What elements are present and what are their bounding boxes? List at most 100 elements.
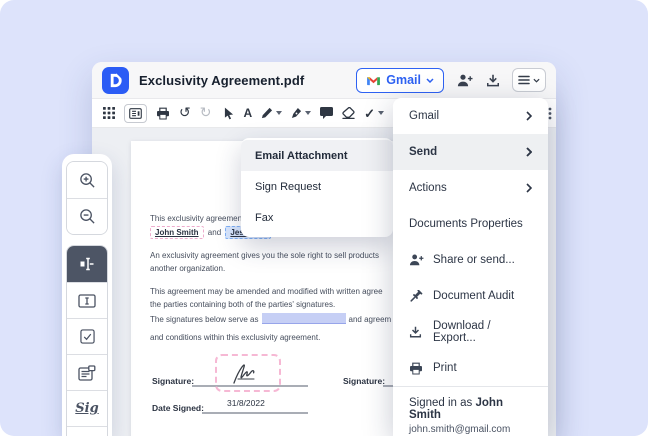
form-icon bbox=[78, 365, 96, 381]
caret-down-icon bbox=[276, 111, 282, 115]
submenu-item-email-attachment[interactable]: Email Attachment bbox=[241, 140, 393, 171]
select-tool-button[interactable] bbox=[224, 107, 234, 120]
zoom-in-button[interactable] bbox=[67, 162, 107, 198]
text-field-icon bbox=[78, 294, 96, 308]
submenu-item-sign-request[interactable]: Sign Request bbox=[241, 171, 393, 202]
marker-icon bbox=[261, 107, 273, 119]
caret-down-icon bbox=[378, 111, 384, 115]
gmail-button[interactable]: Gmail bbox=[356, 68, 444, 93]
checkbox-icon bbox=[80, 329, 95, 344]
menu-item-label: Documents Properties bbox=[409, 218, 532, 230]
thumbnails-panel-button[interactable] bbox=[124, 104, 147, 123]
cursor-icon bbox=[224, 107, 234, 120]
menu-item-download-export[interactable]: Download / Export... bbox=[393, 314, 548, 350]
erase-tool-button[interactable] bbox=[342, 107, 355, 119]
document-title: Exclusivity Agreement.pdf bbox=[139, 73, 304, 88]
menu-item-share-or-send[interactable]: Share or send... bbox=[393, 242, 548, 278]
gmail-icon bbox=[366, 75, 381, 86]
menu-item-gmail[interactable]: Gmail bbox=[393, 98, 548, 134]
chevron-right-icon bbox=[526, 183, 532, 193]
pen-icon bbox=[291, 107, 302, 119]
highlight-tool-button[interactable] bbox=[261, 107, 282, 119]
menu-footer: Signed in as John Smith john.smith@gmail… bbox=[393, 387, 548, 435]
signature-label: Signature: bbox=[152, 376, 194, 386]
paragraph-4-end: and agreem bbox=[349, 315, 392, 324]
submenu-item-fax[interactable]: Fax bbox=[241, 202, 393, 233]
check-tool-button[interactable]: ✓ bbox=[364, 107, 384, 120]
window-header: Exclusivity Agreement.pdf Gmail bbox=[92, 62, 556, 99]
main-menu-button[interactable] bbox=[512, 68, 546, 92]
redo-button[interactable]: ↻ bbox=[200, 106, 212, 120]
printer-icon bbox=[409, 362, 429, 375]
signature-tool-button[interactable]: Sig bbox=[67, 390, 107, 426]
print-tool-button[interactable] bbox=[156, 107, 170, 120]
hamburger-icon bbox=[518, 75, 530, 85]
check-icon: ✓ bbox=[364, 107, 375, 120]
date-signed-value[interactable]: 31/8/2022 bbox=[227, 398, 265, 408]
zoom-out-icon bbox=[79, 208, 96, 225]
paragraph-3-line-1: This agreement may be amended and modifi… bbox=[150, 287, 383, 296]
toolbar-more-icon[interactable] bbox=[548, 107, 552, 125]
person-add-icon bbox=[457, 74, 473, 87]
download-button[interactable] bbox=[486, 74, 500, 87]
pages-icon bbox=[129, 108, 142, 119]
signed-in-prefix: Signed in as bbox=[409, 397, 472, 409]
menu-item-label: Actions bbox=[409, 182, 526, 194]
menu-item-print[interactable]: Print bbox=[393, 350, 548, 386]
date-line bbox=[202, 412, 308, 414]
download-icon bbox=[486, 74, 500, 87]
name-field-john-smith[interactable]: John Smith bbox=[150, 226, 204, 239]
connector-text: and bbox=[208, 228, 221, 237]
gmail-button-label: Gmail bbox=[386, 73, 421, 87]
menu-item-label: Print bbox=[433, 362, 532, 374]
eraser-icon bbox=[342, 107, 355, 119]
add-person-button[interactable] bbox=[457, 74, 473, 87]
form-field-tool-button[interactable] bbox=[67, 354, 107, 390]
zoom-in-icon bbox=[79, 172, 96, 189]
comment-tool-button[interactable] bbox=[320, 107, 333, 119]
redo-icon: ↻ bbox=[200, 106, 212, 120]
chevron-down-icon bbox=[426, 78, 434, 83]
text-cursor-tool-button[interactable] bbox=[67, 246, 107, 282]
paragraph-4-start: The signatures below serve as bbox=[150, 315, 259, 324]
chevron-right-icon bbox=[526, 111, 532, 121]
print-icon bbox=[156, 107, 170, 120]
chevron-down-icon bbox=[533, 78, 540, 83]
dochub-logo-icon bbox=[106, 71, 125, 90]
draw-tool-button[interactable] bbox=[291, 107, 311, 119]
paragraph-2-line-1: An exclusivity agreement gives you the s… bbox=[150, 251, 379, 260]
paragraph-4-line-1: The signatures below serve as and agreem bbox=[150, 313, 391, 324]
blank-fill-field[interactable] bbox=[262, 313, 346, 324]
person-add-icon bbox=[409, 254, 429, 266]
comment-icon bbox=[320, 107, 333, 119]
download-icon bbox=[409, 326, 429, 338]
grid-view-button[interactable] bbox=[103, 107, 115, 119]
page-tools-panel: Sig bbox=[62, 154, 112, 436]
grid-icon bbox=[103, 107, 115, 119]
menu-item-documents-properties[interactable]: Documents Properties bbox=[393, 206, 548, 242]
zoom-out-button[interactable] bbox=[67, 198, 107, 234]
checkbox-tool-button[interactable] bbox=[67, 318, 107, 354]
menu-item-send[interactable]: Send bbox=[393, 134, 548, 170]
menu-item-document-audit[interactable]: Document Audit bbox=[393, 278, 548, 314]
undo-button[interactable]: ↺ bbox=[179, 106, 191, 120]
text-tool-button[interactable]: A bbox=[243, 107, 252, 119]
paragraph-3-line-2: the parties containing both of the parti… bbox=[150, 300, 335, 309]
field-tools-group: Sig bbox=[66, 245, 108, 436]
screenshot-canvas: Exclusivity Agreement.pdf Gmail bbox=[0, 0, 648, 436]
signed-in-text: Signed in as John Smith bbox=[409, 397, 532, 421]
menu-item-label: Share or send... bbox=[433, 254, 532, 266]
next-tool-button-partial[interactable] bbox=[67, 426, 107, 436]
menu-item-label: Send bbox=[409, 146, 526, 158]
text-icon: A bbox=[243, 107, 252, 119]
text-field-tool-button[interactable] bbox=[67, 282, 107, 318]
signature-tool-icon: Sig bbox=[75, 401, 98, 416]
signature-field[interactable] bbox=[215, 354, 281, 392]
gavel-icon bbox=[409, 290, 429, 303]
menu-item-label: Document Audit bbox=[433, 290, 532, 302]
menu-item-actions[interactable]: Actions bbox=[393, 170, 548, 206]
date-signed-label: Date Signed: bbox=[152, 403, 204, 413]
dochub-logo bbox=[102, 67, 129, 94]
menu-item-label: Download / Export... bbox=[433, 320, 532, 344]
paragraph-2-line-2: another organization. bbox=[150, 264, 225, 273]
